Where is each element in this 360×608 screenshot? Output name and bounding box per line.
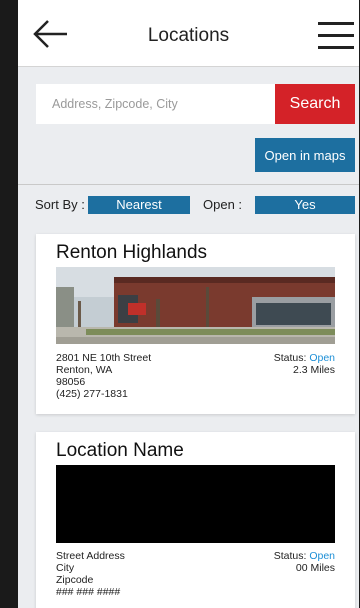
location-address: 2801 NE 10th Street Renton, WA 98056 (42… <box>56 352 151 400</box>
address-zip: Zipcode <box>56 574 94 586</box>
sort-by-label: Sort By : <box>35 197 85 212</box>
location-status: Status: Open 2.3 Miles <box>274 352 335 376</box>
status-value: Open <box>309 550 335 562</box>
phone-number[interactable]: (425) 277-1831 <box>56 388 151 400</box>
location-name: Location Name <box>56 440 184 461</box>
distance: 00 Miles <box>295 562 335 574</box>
status-value: Open <box>309 352 335 364</box>
search-button[interactable]: Search <box>275 84 355 124</box>
location-status: Status: Open 00 Miles <box>274 550 335 574</box>
menu-button[interactable] <box>318 20 354 50</box>
search-input[interactable] <box>36 84 275 124</box>
status-label: Status: <box>273 352 307 364</box>
location-card[interactable]: Renton Highlands 2801 NE 10th Street Ren… <box>36 234 355 414</box>
address-line: 2801 NE 10th Street <box>56 352 152 364</box>
open-in-maps-button[interactable]: Open in maps <box>255 138 355 172</box>
location-photo <box>56 267 335 344</box>
open-filter-label: Open : <box>203 197 243 212</box>
location-name: Renton Highlands <box>56 242 208 263</box>
sort-by-select[interactable]: Nearest <box>88 196 190 214</box>
address-city: Renton, WA <box>56 364 113 376</box>
distance: 2.3 Miles <box>292 364 335 376</box>
app-screen: Locations Search Open in maps Sort By : … <box>18 0 359 608</box>
phone-number[interactable]: ### ### #### <box>56 586 125 598</box>
status-label: Status: <box>273 550 307 562</box>
address-city: City <box>56 562 75 574</box>
location-address: Street Address City Zipcode ### ### #### <box>56 550 125 598</box>
location-card[interactable]: Location Name Street Address City Zipcod… <box>36 432 355 608</box>
app-header: Locations <box>18 0 359 67</box>
page-title: Locations <box>147 25 230 46</box>
address-zip: 98056 <box>56 376 86 388</box>
address-line: Street Address <box>56 550 125 562</box>
location-photo-placeholder <box>56 465 335 543</box>
open-filter-select[interactable]: Yes <box>255 196 355 214</box>
divider <box>18 184 359 185</box>
